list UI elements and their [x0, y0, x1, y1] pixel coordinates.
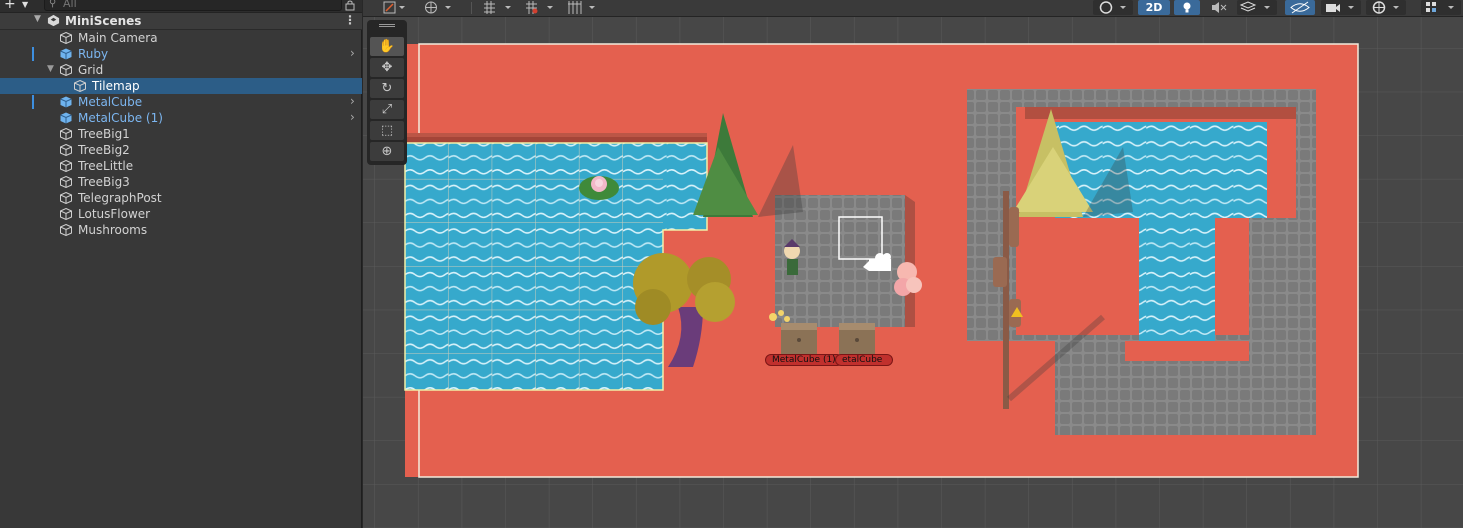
- scale-tool-icon[interactable]: ⤢: [370, 100, 404, 119]
- gameobject-cube-icon: [60, 143, 72, 157]
- prefab-cube-icon: [60, 112, 72, 124]
- hierarchy-item[interactable]: TreeBig2: [0, 142, 362, 158]
- hierarchy-item[interactable]: TreeBig3: [0, 174, 362, 190]
- hierarchy-item-label: MetalCube: [78, 95, 143, 109]
- fold-arrow-icon[interactable]: ▼: [47, 64, 54, 74]
- chevron-right-icon[interactable]: ›: [350, 110, 355, 124]
- hierarchy-panel: +▼ ⚲ ▼ MiniScenes ⋮ Main Camera Ruby › ▼ Gri…: [0, 0, 362, 528]
- tools-overlay: ✋ ✥ ↻ ⤢ ⬚ ⊕: [367, 20, 407, 165]
- gizmos-icon[interactable]: [1366, 0, 1406, 15]
- scene-canvas: [363, 17, 1463, 528]
- hierarchy-item[interactable]: TreeBig1: [0, 126, 362, 142]
- lotus-flower: [579, 176, 619, 200]
- camera-icon[interactable]: [1321, 0, 1361, 15]
- metal-cube-label[interactable]: etalCube: [835, 354, 894, 366]
- hierarchy-item-label: TreeLittle: [78, 159, 134, 173]
- prefab-override-marker: [32, 47, 34, 61]
- shading-mode-icon[interactable]: [1093, 0, 1133, 15]
- hierarchy-item-label: LotusFlower: [78, 207, 151, 221]
- hierarchy-item[interactable]: MetalCube (1) ›: [0, 110, 362, 126]
- transform-tool-icon[interactable]: ⊕: [370, 142, 404, 161]
- gameobject-cube-icon: [60, 31, 72, 45]
- add-object-button[interactable]: + ▼: [4, 0, 34, 12]
- gameobject-cube-icon: [60, 159, 72, 173]
- scene-toolbar: 2D: [363, 0, 1463, 17]
- search-icon: ⚲: [49, 0, 57, 9]
- move-tool-icon[interactable]: ✥: [370, 58, 404, 77]
- hierarchy-item[interactable]: TreeLittle: [0, 158, 362, 174]
- hierarchy-item[interactable]: ▼ Grid: [0, 62, 362, 78]
- gameobject-cube-icon: [60, 127, 72, 141]
- mode-2d-button[interactable]: 2D: [1138, 0, 1170, 15]
- rect-tool-icon[interactable]: ⬚: [370, 121, 404, 140]
- hierarchy-item[interactable]: Ruby ›: [0, 46, 362, 62]
- hierarchy-item[interactable]: Tilemap: [0, 78, 362, 94]
- draw-mode-icon[interactable]: [381, 0, 407, 15]
- lock-icon[interactable]: [344, 0, 358, 11]
- gameobject-cube-icon: [60, 175, 72, 189]
- gameobject-cube-icon: [74, 79, 86, 93]
- lighting-icon[interactable]: [1174, 0, 1200, 15]
- hidden-objects-icon[interactable]: [1285, 0, 1315, 15]
- hierarchy-item[interactable]: LotusFlower: [0, 206, 362, 222]
- gameobject-cube-icon: [60, 63, 72, 77]
- audio-mute-icon[interactable]: [1205, 0, 1231, 15]
- scene-viewport[interactable]: MetalCube (1) etalCube: [363, 17, 1463, 528]
- gameobject-cube-icon: [60, 223, 72, 237]
- metal-cube-1: [781, 323, 817, 355]
- hierarchy-toolbar: + ▼ ⚲: [0, 0, 362, 13]
- unity-scene-icon: [47, 14, 60, 27]
- chevron-right-icon[interactable]: ›: [350, 46, 355, 60]
- scene-view: 2D MetalCube (1) etalCube ✋ ✥ ↻ ⤢ ⬚ ⊕: [363, 0, 1463, 528]
- metal-cube: [839, 323, 875, 355]
- prefab-override-marker: [32, 95, 34, 109]
- effects-icon[interactable]: [1237, 0, 1277, 15]
- search-input[interactable]: [63, 0, 313, 10]
- hand-tool-icon[interactable]: ✋: [370, 37, 404, 56]
- hierarchy-search[interactable]: ⚲: [44, 0, 342, 11]
- hierarchy-item-label: TreeBig3: [78, 175, 130, 189]
- hierarchy-item-label: Mushrooms: [78, 223, 148, 237]
- hierarchy-item[interactable]: Mushrooms: [0, 222, 362, 238]
- chevron-down-icon: ▼: [22, 0, 29, 9]
- hierarchy-item-label: TreeBig2: [78, 143, 130, 157]
- chevron-right-icon[interactable]: ›: [350, 94, 355, 108]
- hierarchy-item[interactable]: Main Camera: [0, 30, 362, 46]
- rotate-tool-icon[interactable]: ↻: [370, 79, 404, 98]
- hierarchy-item-label: Tilemap: [92, 79, 140, 93]
- overlays-icon[interactable]: [1421, 0, 1461, 15]
- fold-arrow-icon[interactable]: ▼: [34, 14, 41, 24]
- drag-handle[interactable]: [379, 24, 395, 27]
- gameobject-cube-icon: [60, 191, 72, 205]
- global-icon[interactable]: [421, 0, 457, 15]
- hierarchy-item[interactable]: TelegraphPost: [0, 190, 362, 206]
- kebab-menu-icon[interactable]: ⋮: [344, 13, 356, 27]
- scene-name: MiniScenes: [65, 14, 142, 28]
- hierarchy-item-label: Grid: [78, 63, 104, 77]
- metal-cube-1-label[interactable]: MetalCube (1): [765, 354, 843, 366]
- scene-root-row[interactable]: ▼ MiniScenes ⋮: [0, 13, 362, 30]
- hierarchy-item-label: Ruby: [78, 47, 109, 61]
- unity-editor: +▼ ⚲ ▼ MiniScenes ⋮ Main Camera Ruby › ▼ Gri…: [0, 0, 1463, 528]
- increment-snap-icon[interactable]: [523, 0, 559, 15]
- gameobject-cube-icon: [60, 207, 72, 221]
- hierarchy-item-label: MetalCube (1): [78, 111, 163, 125]
- hierarchy-item[interactable]: MetalCube ›: [0, 94, 362, 110]
- grid-snap-icon[interactable]: [481, 0, 517, 15]
- prefab-cube-icon: [60, 96, 72, 108]
- hierarchy-item-label: TreeBig1: [78, 127, 130, 141]
- prefab-cube-icon: [60, 48, 72, 60]
- hierarchy-item-label: TelegraphPost: [78, 191, 162, 205]
- grid-visibility-icon[interactable]: [565, 0, 601, 15]
- hierarchy-item-label: Main Camera: [78, 31, 158, 45]
